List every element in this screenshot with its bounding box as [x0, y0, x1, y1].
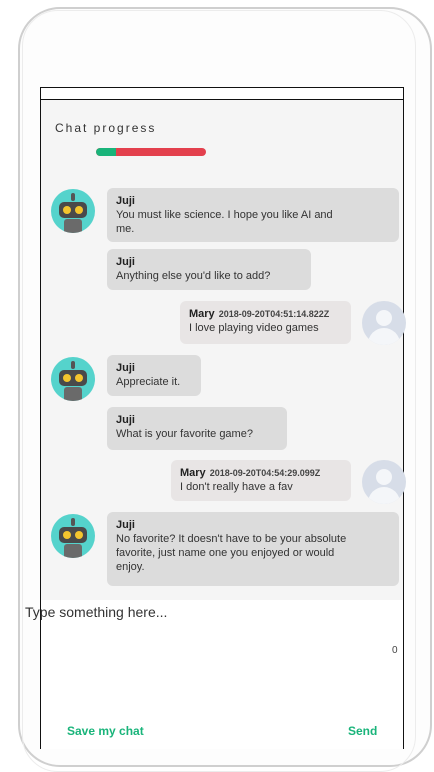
message-text-line: I love playing video games: [189, 322, 319, 334]
message-bubble-user: Mary 2018-09-20T04:51:14.822Z I love play…: [180, 301, 351, 344]
message-sender: Juji: [116, 195, 135, 207]
message-sender: Mary 2018-09-20T04:54:29.099Z: [180, 467, 321, 479]
save-chat-button[interactable]: Save my chat: [67, 724, 144, 738]
message-text-line: You must like science. I hope you like A…: [116, 209, 333, 221]
message-bubble-user: Mary 2018-09-20T04:54:29.099Z I don't rea…: [171, 460, 351, 501]
character-count: 0: [392, 645, 398, 656]
message-text-line: I don't really have a fav: [180, 481, 293, 493]
message-bubble: Juji Appreciate it.: [107, 355, 201, 396]
message-text-line: What is your favorite game?: [116, 428, 253, 440]
message-sender: Juji: [116, 519, 135, 531]
message-input[interactable]: Type something here...: [25, 604, 167, 620]
send-button[interactable]: Send: [348, 724, 377, 738]
robot-icon: [51, 189, 95, 233]
message-bubble: Juji Anything else you'd like to add?: [107, 249, 311, 290]
user-silhouette-icon: [362, 301, 406, 345]
message-sender: Juji: [116, 414, 135, 426]
message-text-line: enjoy.: [116, 561, 145, 573]
user-silhouette-icon: [362, 460, 406, 504]
message-sender: Juji: [116, 256, 135, 268]
top-bar: [41, 88, 403, 100]
chat-progress-bar: [96, 148, 206, 156]
message-timestamp: 2018-09-20T04:51:14.822Z: [218, 309, 330, 319]
message-sender: Mary 2018-09-20T04:51:14.822Z: [189, 308, 330, 320]
message-text-line: Appreciate it.: [116, 376, 181, 388]
message-bubble: Juji What is your favorite game?: [107, 407, 287, 450]
message-bubble: Juji You must like science. I hope you l…: [107, 188, 399, 242]
message-text-line: No favorite? It doesn't have to be your …: [116, 533, 347, 545]
chat-progress-title: Chat progress: [55, 121, 157, 135]
message-text-line: favorite, just name one you enjoyed or w…: [116, 547, 335, 559]
message-text-line: me.: [116, 223, 135, 235]
message-bubble: Juji No favorite? It doesn't have to be …: [107, 512, 399, 586]
message-text-line: Anything else you'd like to add?: [116, 270, 271, 282]
message-timestamp: 2018-09-20T04:54:29.099Z: [209, 468, 321, 478]
robot-icon: [51, 514, 95, 558]
robot-icon: [51, 357, 95, 401]
chat-progress-fill: [96, 148, 116, 156]
message-sender: Juji: [116, 362, 135, 374]
